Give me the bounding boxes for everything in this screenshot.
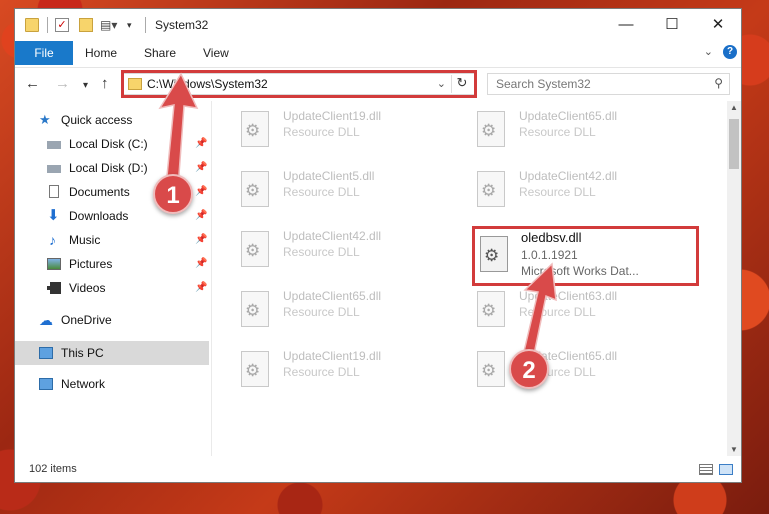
step-2-badge: 2 [509,349,549,389]
content-overlay: oledbsv.dll 1.0.1.1921 Microsoft Works D… [14,8,742,483]
step-1-badge: 1 [153,174,193,214]
target-file-highlight [472,226,699,286]
